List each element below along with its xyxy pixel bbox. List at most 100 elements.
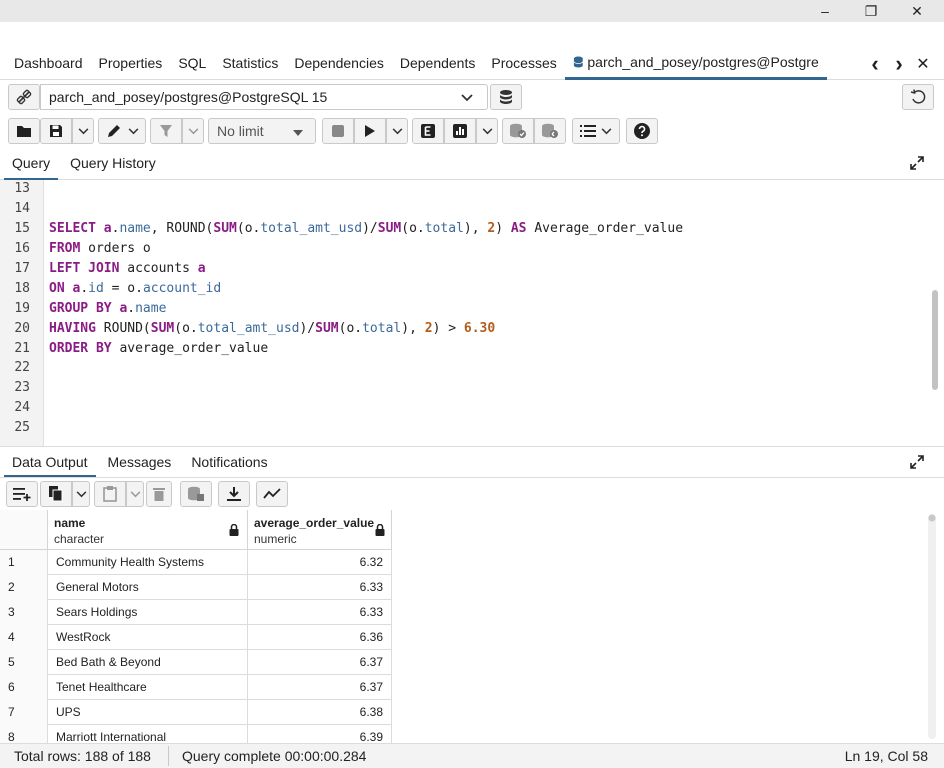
tab-statistics[interactable]: Statistics: [214, 48, 286, 80]
tab-data-output[interactable]: Data Output: [4, 447, 96, 477]
line-number: 18: [14, 281, 30, 296]
chevron-left-icon: ‹: [871, 51, 879, 76]
cell-value[interactable]: 6.38: [248, 700, 392, 725]
execute-options-button[interactable]: [386, 118, 408, 144]
cell-value[interactable]: 6.36: [248, 625, 392, 650]
cell-name[interactable]: Tenet Healthcare: [48, 675, 248, 700]
save-data-button[interactable]: [180, 481, 212, 507]
stop-button[interactable]: [322, 118, 354, 144]
chevron-down-icon: [601, 127, 612, 134]
pencil-icon: [107, 125, 120, 137]
column-name: name: [54, 516, 86, 530]
tab-messages[interactable]: Messages: [100, 447, 180, 477]
tab-query-history[interactable]: Query History: [62, 148, 164, 180]
execute-button[interactable]: [354, 118, 386, 144]
restore-button[interactable]: ❐: [848, 0, 894, 22]
tab-dependents[interactable]: Dependents: [392, 48, 484, 80]
tab-sql[interactable]: SQL: [170, 48, 214, 80]
column-header-average-order-value[interactable]: average_order_value numeric: [248, 510, 392, 550]
graph-visualiser-button[interactable]: [256, 481, 288, 507]
close-icon: ✕: [911, 2, 923, 19]
tab-prev-button[interactable]: ‹: [864, 51, 886, 76]
tab-dependencies[interactable]: Dependencies: [286, 48, 392, 80]
filter-button[interactable]: [150, 118, 182, 144]
table-row[interactable]: 4 WestRock 6.36: [0, 625, 392, 650]
commit-button[interactable]: [502, 118, 534, 144]
cell-name[interactable]: UPS: [48, 700, 248, 725]
filter-options-button[interactable]: [182, 118, 204, 144]
grid-scrollbar[interactable]: [928, 514, 936, 739]
edit-button[interactable]: [98, 118, 146, 144]
table-row[interactable]: 1 Community Health Systems 6.32: [0, 550, 392, 575]
add-row-icon: [13, 488, 31, 501]
tab-processes[interactable]: Processes: [483, 48, 564, 80]
cursor-position: Ln 19, Col 58: [844, 748, 928, 764]
cell-name[interactable]: WestRock: [48, 625, 248, 650]
line-number: 24: [14, 400, 30, 415]
cell-value[interactable]: 6.37: [248, 650, 392, 675]
save-file-button[interactable]: [40, 118, 72, 144]
table-row[interactable]: 8 Marriott International 6.39: [0, 725, 392, 743]
close-window-button[interactable]: ✕: [894, 0, 940, 22]
cell-name[interactable]: Marriott International: [48, 725, 248, 743]
cell-name[interactable]: Bed Bath & Beyond: [48, 650, 248, 675]
line-number: 22: [14, 360, 30, 375]
cell-value[interactable]: 6.32: [248, 550, 392, 575]
tab-next-button[interactable]: ›: [888, 51, 910, 76]
paste-options-button[interactable]: [126, 481, 144, 507]
copy-options-button[interactable]: [72, 481, 90, 507]
add-row-button[interactable]: [6, 481, 38, 507]
lock-icon: [229, 524, 239, 536]
total-rows: Total rows: 188 of 188: [14, 748, 151, 764]
rollback-button[interactable]: [534, 118, 566, 144]
row-limit-select[interactable]: No limit: [208, 118, 316, 144]
refresh-connection-button[interactable]: [902, 84, 934, 110]
trash-icon: [153, 488, 165, 501]
editor-scrollbar[interactable]: [932, 290, 938, 390]
column-header-name[interactable]: name character: [48, 510, 248, 550]
copy-button[interactable]: [40, 481, 72, 507]
bar-chart-icon: [453, 124, 467, 138]
tab-notifications[interactable]: Notifications: [183, 447, 275, 477]
open-file-button[interactable]: [8, 118, 40, 144]
macros-button[interactable]: [572, 118, 620, 144]
connection-select[interactable]: parch_and_posey/postgres@PostgreSQL 15: [40, 84, 488, 110]
cell-name[interactable]: General Motors: [48, 575, 248, 600]
tab-query-tool[interactable]: parch_and_posey/postgres@Postgre: [564, 48, 827, 80]
help-button[interactable]: [626, 118, 658, 144]
database-icon: [573, 56, 583, 68]
explain-button[interactable]: [412, 118, 444, 144]
row-number-header: [0, 510, 48, 550]
expand-icon[interactable]: [910, 156, 924, 170]
tab-query[interactable]: Query: [4, 148, 59, 180]
cell-value[interactable]: 6.39: [248, 725, 392, 743]
paste-button[interactable]: [94, 481, 126, 507]
download-icon: [227, 487, 241, 501]
save-options-button[interactable]: [72, 118, 94, 144]
help-icon: [634, 123, 650, 139]
download-button[interactable]: [218, 481, 250, 507]
cell-value[interactable]: 6.33: [248, 600, 392, 625]
table-row[interactable]: 5 Bed Bath & Beyond 6.37: [0, 650, 392, 675]
table-row[interactable]: 7 UPS 6.38: [0, 700, 392, 725]
connection-status-button[interactable]: [8, 84, 40, 110]
tab-dashboard[interactable]: Dashboard: [6, 48, 91, 80]
table-row[interactable]: 6 Tenet Healthcare 6.37: [0, 675, 392, 700]
cell-value[interactable]: 6.33: [248, 575, 392, 600]
table-row[interactable]: 2 General Motors 6.33: [0, 575, 392, 600]
table-row[interactable]: 3 Sears Holdings 6.33: [0, 600, 392, 625]
explain-options-button[interactable]: [476, 118, 498, 144]
status-bar: Total rows: 188 of 188 Query complete 00…: [0, 743, 944, 768]
delete-button[interactable]: [146, 481, 172, 507]
minimize-button[interactable]: –: [802, 0, 848, 22]
cell-value[interactable]: 6.37: [248, 675, 392, 700]
cell-name[interactable]: Sears Holdings: [48, 600, 248, 625]
sql-editor[interactable]: 13 14 SELECT a.name, ROUND(SUM(o.total_a…: [0, 180, 944, 446]
tab-close-button[interactable]: ✕: [912, 52, 934, 76]
new-connection-button[interactable]: [490, 84, 522, 110]
tab-properties[interactable]: Properties: [91, 48, 171, 80]
connection-bar: parch_and_posey/postgres@PostgreSQL 15: [0, 80, 944, 114]
expand-icon[interactable]: [910, 455, 924, 469]
cell-name[interactable]: Community Health Systems: [48, 550, 248, 575]
explain-analyze-button[interactable]: [444, 118, 476, 144]
